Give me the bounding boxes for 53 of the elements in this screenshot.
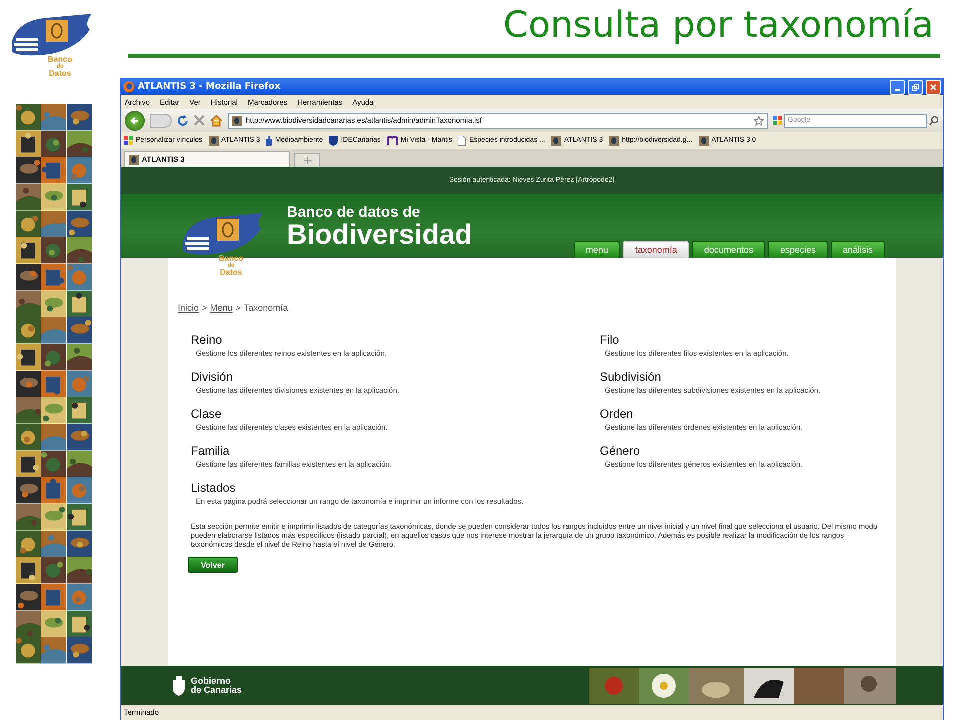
back-button[interactable] [125,110,145,130]
reload-icon[interactable] [177,114,189,126]
coat-of-arms-icon [171,676,187,696]
beetle-icon [232,116,242,126]
back-button[interactable]: Volver [188,557,238,573]
beetle-icon [551,136,562,146]
slide-title: Consulta por taxonomía [503,4,934,48]
section-link[interactable]: Listados [191,481,600,495]
windows-flag-icon [124,136,133,145]
firefox-icon [123,81,135,93]
restore-button[interactable] [908,80,923,94]
section-link[interactable]: Género [600,444,886,458]
section-link[interactable]: Reino [191,333,600,347]
section-link[interactable]: División [191,370,600,384]
home-icon[interactable] [210,114,223,126]
logo-text: Datos [49,70,72,78]
search-engine-icon [773,116,782,125]
search-icon [929,116,939,126]
section-link[interactable]: Filo [600,333,886,347]
beetle-icon [208,136,219,146]
logo-text: Banco [48,56,72,64]
shield-icon [329,136,338,146]
new-tab-button[interactable] [294,153,320,167]
footer-logo-text: de Canarias [191,686,242,694]
banner-subtitle: Banco de datos de [287,205,422,221]
section-link[interactable]: Orden [600,407,886,421]
beetle-icon [129,154,139,164]
back-arrow-icon [130,116,140,126]
beetle-icon [698,136,709,146]
stop-icon[interactable] [194,115,205,126]
beetle-icon [609,136,620,146]
page-icon [458,136,466,146]
restore-icon [912,84,919,90]
breadcrumb-link[interactable]: Menu [210,303,233,313]
plus-icon [304,157,310,164]
breadcrumb-separator: > [202,303,208,313]
m-logo-icon [386,136,398,145]
nav-tab[interactable]: taxonomía [623,241,690,258]
breadcrumb-current: Taxonomía [244,303,288,313]
section-link[interactable]: Familia [191,444,600,458]
window-title: ATLANTIS 3 - Mozilla Firefox [138,82,282,92]
section-link[interactable]: Subdivisión [600,370,886,384]
close-button[interactable] [926,80,941,94]
minimize-button[interactable] [890,80,905,94]
breadcrumb-link[interactable]: Inicio [178,303,200,313]
logo-text: Datos [220,269,242,277]
close-icon [930,84,937,90]
star-icon [754,116,764,126]
bottle-icon [266,136,272,146]
footer-logo-text: Gobierno [191,676,232,686]
banner-title: Biodiversidad [287,221,472,249]
section-link[interactable]: Clase [191,407,600,421]
breadcrumb-separator: > [236,303,242,313]
